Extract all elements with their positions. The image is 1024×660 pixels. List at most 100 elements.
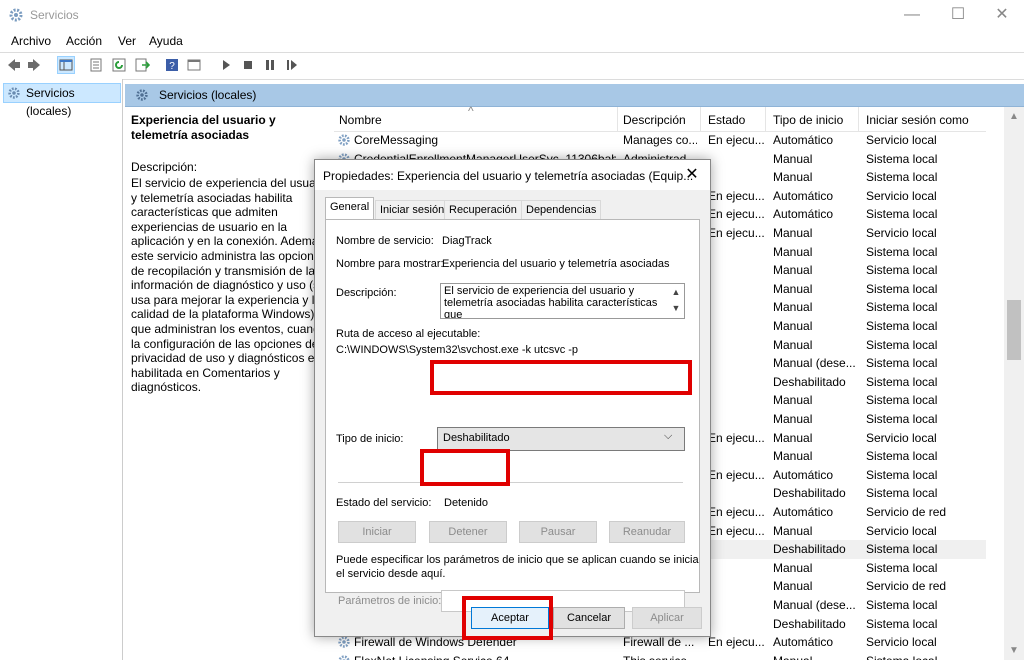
cell-logon: Sistema local: [866, 467, 938, 482]
cell-logon: Sistema local: [866, 412, 938, 426]
column-divider: [765, 107, 766, 131]
panel-header: Servicios (locales): [125, 84, 1024, 107]
gear-icon: [338, 636, 350, 648]
title-bar: Servicios — ☐ ✕: [0, 0, 1024, 30]
forward-arrow-icon[interactable]: [26, 57, 42, 73]
cell-start: Manual: [773, 412, 813, 426]
pause-icon[interactable]: [262, 57, 278, 73]
cell-logon: Sistema local: [866, 263, 938, 278]
cell-start: Manual: [773, 300, 813, 315]
back-arrow-icon[interactable]: [6, 57, 22, 73]
chevron-down-icon: ⌵: [664, 430, 673, 442]
path-value: C:\WINDOWS\System32\svchost.exe -k utcsv…: [336, 344, 579, 356]
cell-state: En ejecu...: [708, 467, 764, 482]
scrollbar-thumb[interactable]: [1007, 300, 1021, 360]
service-status-value: Detenido: [444, 497, 489, 509]
description-textbox[interactable]: El servicio de experiencia del usuario y…: [440, 283, 685, 319]
table-row[interactable]: CoreMessaging Manages co... En ejecu... Aut…: [334, 131, 986, 150]
cell-logon: Sistema local: [866, 542, 938, 557]
column-nombre[interactable]: Nombre: [339, 113, 382, 127]
start-button[interactable]: Iniciar: [338, 521, 416, 543]
cell-start: Manual: [773, 579, 813, 594]
general-tab-body: Nombre de servicio: DiagTrack Nombre par…: [325, 219, 700, 612]
cell-start: Automático: [773, 207, 834, 222]
cell-logon: Sistema local: [866, 486, 938, 501]
cancel-button[interactable]: Cancelar: [553, 607, 625, 629]
column-descripcion[interactable]: Descripción: [623, 113, 686, 127]
startup-type-label: Tipo de inicio:: [336, 433, 404, 445]
cell-logon: Sistema local: [866, 449, 938, 464]
description-pane: Experiencia del usuario y telemetría aso…: [125, 107, 325, 660]
cell-logon: Servicio local: [866, 188, 937, 203]
scroll-up-icon[interactable]: ▲: [1004, 111, 1024, 122]
cell-state: En ejecu...: [708, 635, 764, 650]
column-estado[interactable]: Estado: [708, 113, 745, 127]
tab-dependencias[interactable]: Dependencias: [521, 200, 602, 219]
stop-button[interactable]: Detener: [429, 521, 507, 543]
stop-icon[interactable]: [240, 57, 256, 73]
services-list-header: ^ Nombre Descripción Estado Tipo de inic…: [334, 104, 986, 132]
menu-ver[interactable]: Ver: [118, 34, 136, 48]
cell-state: En ejecu...: [708, 188, 764, 203]
menu-accion[interactable]: Acción: [66, 34, 102, 48]
cell-state: En ejecu...: [708, 505, 764, 519]
display-name-value: Experiencia del usuario y telemetría aso…: [442, 258, 670, 270]
console-tree-icon[interactable]: [57, 56, 75, 74]
cell-logon: Sistema local: [866, 652, 981, 660]
cell-start: Manual: [773, 263, 813, 278]
column-iniciar-sesion[interactable]: Iniciar sesión como: [866, 113, 969, 127]
tree-item-servicios-locales[interactable]: Servicios (locales): [3, 83, 121, 118]
description-label: Descripción:: [131, 160, 198, 174]
cell-logon: Sistema local: [866, 374, 938, 389]
close-icon[interactable]: ✕: [979, 0, 1024, 30]
column-tipo-inicio[interactable]: Tipo de inicio: [773, 113, 843, 127]
table-row[interactable]: FlexNet Licensing Service 64 This service…: [334, 652, 986, 660]
svg-text:?: ?: [169, 61, 175, 72]
help-icon[interactable]: ?: [164, 57, 180, 73]
cell-start: Deshabilitado: [773, 542, 846, 557]
play-icon[interactable]: [218, 57, 234, 73]
export-list-icon[interactable]: [134, 57, 150, 73]
startup-type-select[interactable]: Deshabilitado ⌵: [437, 427, 685, 451]
separator: [338, 482, 683, 483]
cell-logon: Sistema local: [866, 151, 938, 166]
dialog-title-bar: Propiedades: Experiencia del usuario y t…: [315, 160, 710, 190]
cell-start: Automático: [773, 635, 834, 650]
tab-recuperacion[interactable]: Recuperación: [444, 200, 522, 219]
cell-start: Manual: [773, 226, 813, 240]
menu-archivo[interactable]: Archivo: [11, 34, 51, 48]
menu-bar: Archivo Acción Ver Ayuda: [0, 30, 1024, 52]
refresh-icon[interactable]: [111, 57, 127, 73]
cell-logon: Sistema local: [866, 170, 938, 185]
maximize-icon[interactable]: ☐: [935, 0, 981, 30]
console-icon[interactable]: [186, 57, 202, 73]
tab-general[interactable]: General: [325, 197, 375, 220]
gear-icon: [8, 87, 20, 99]
menu-ayuda[interactable]: Ayuda: [149, 34, 183, 48]
cell-start: Manual: [773, 560, 813, 575]
cell-logon: Servicio local: [866, 635, 937, 650]
pause-button[interactable]: Pausar: [519, 521, 597, 543]
tab-iniciar-sesion[interactable]: Iniciar sesión: [375, 200, 450, 219]
cell-state: En ejecu...: [708, 430, 764, 445]
cell-logon: Sistema local: [866, 337, 938, 352]
resume-button[interactable]: Reanudar: [609, 521, 685, 543]
vertical-scrollbar[interactable]: ▲ ▼: [1004, 107, 1024, 660]
description-scroll[interactable]: ▲ ▼: [669, 284, 683, 318]
highlight-ok-button: [462, 596, 553, 640]
cell-name: CoreMessaging: [354, 133, 439, 147]
apply-button[interactable]: Aplicar: [632, 607, 702, 629]
startup-type-value: Deshabilitado: [443, 432, 510, 444]
cell-start: Manual: [773, 449, 813, 464]
cell-start: Manual: [773, 393, 813, 408]
service-name-label: Nombre de servicio:: [336, 235, 434, 247]
properties-dialog: Propiedades: Experiencia del usuario y t…: [314, 159, 711, 637]
dialog-close-icon[interactable]: ✕: [680, 164, 704, 186]
scroll-down-icon[interactable]: ▼: [1004, 645, 1024, 656]
minimize-icon[interactable]: —: [889, 0, 935, 30]
tree-item-label: Servicios (locales): [26, 86, 75, 118]
restart-icon[interactable]: [284, 57, 300, 73]
properties-icon[interactable]: [88, 57, 104, 73]
gear-icon: [338, 134, 350, 146]
cell-logon: Sistema local: [866, 281, 938, 296]
